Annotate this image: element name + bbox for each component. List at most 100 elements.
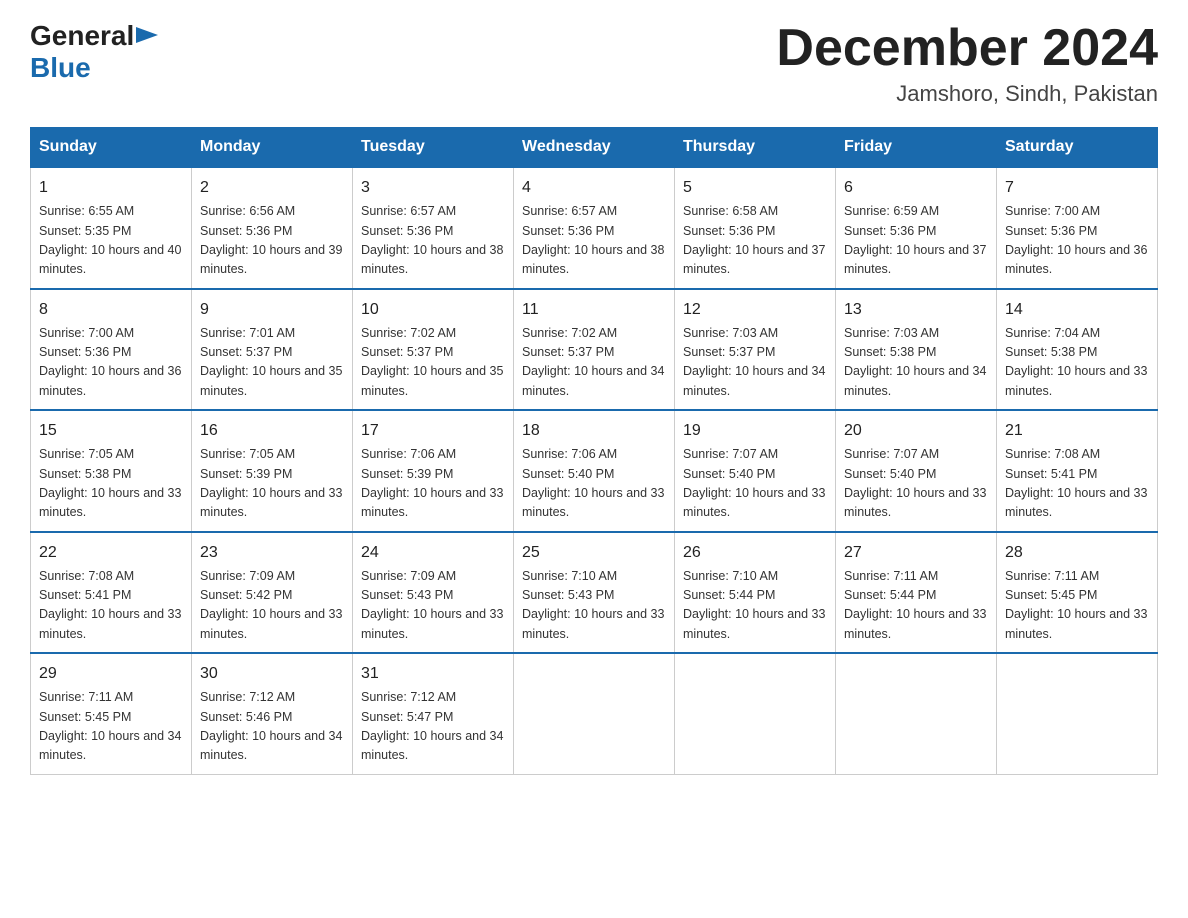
calendar-cell: 29Sunrise: 7:11 AMSunset: 5:45 PMDayligh…: [31, 653, 192, 774]
day-info: Sunrise: 6:57 AMSunset: 5:36 PMDaylight:…: [361, 202, 505, 280]
day-number: 10: [361, 298, 505, 322]
day-info: Sunrise: 6:56 AMSunset: 5:36 PMDaylight:…: [200, 202, 344, 280]
calendar-cell: 2Sunrise: 6:56 AMSunset: 5:36 PMDaylight…: [192, 167, 353, 289]
calendar-cell: 24Sunrise: 7:09 AMSunset: 5:43 PMDayligh…: [353, 532, 514, 654]
calendar-cell: 7Sunrise: 7:00 AMSunset: 5:36 PMDaylight…: [997, 167, 1158, 289]
weekday-header-monday: Monday: [192, 128, 353, 168]
month-year-title: December 2024: [776, 20, 1158, 77]
day-number: 30: [200, 662, 344, 686]
day-number: 18: [522, 419, 666, 443]
day-number: 31: [361, 662, 505, 686]
day-number: 27: [844, 541, 988, 565]
calendar-body: 1Sunrise: 6:55 AMSunset: 5:35 PMDaylight…: [31, 167, 1158, 774]
calendar-cell: 1Sunrise: 6:55 AMSunset: 5:35 PMDaylight…: [31, 167, 192, 289]
calendar-cell: 12Sunrise: 7:03 AMSunset: 5:37 PMDayligh…: [675, 289, 836, 411]
day-number: 20: [844, 419, 988, 443]
calendar-title-block: December 2024 Jamshoro, Sindh, Pakistan: [776, 20, 1158, 107]
day-number: 7: [1005, 176, 1149, 200]
day-number: 15: [39, 419, 183, 443]
day-number: 6: [844, 176, 988, 200]
calendar-cell: 30Sunrise: 7:12 AMSunset: 5:46 PMDayligh…: [192, 653, 353, 774]
day-info: Sunrise: 7:00 AMSunset: 5:36 PMDaylight:…: [1005, 202, 1149, 280]
day-info: Sunrise: 7:06 AMSunset: 5:40 PMDaylight:…: [522, 445, 666, 523]
calendar-week-row: 1Sunrise: 6:55 AMSunset: 5:35 PMDaylight…: [31, 167, 1158, 289]
calendar-cell: 9Sunrise: 7:01 AMSunset: 5:37 PMDaylight…: [192, 289, 353, 411]
calendar-cell: 21Sunrise: 7:08 AMSunset: 5:41 PMDayligh…: [997, 410, 1158, 532]
calendar-cell: 28Sunrise: 7:11 AMSunset: 5:45 PMDayligh…: [997, 532, 1158, 654]
calendar-header: SundayMondayTuesdayWednesdayThursdayFrid…: [31, 128, 1158, 168]
day-number: 13: [844, 298, 988, 322]
weekday-header-friday: Friday: [836, 128, 997, 168]
logo-blue-text: Blue: [30, 52, 91, 83]
day-info: Sunrise: 7:10 AMSunset: 5:44 PMDaylight:…: [683, 567, 827, 645]
day-info: Sunrise: 6:55 AMSunset: 5:35 PMDaylight:…: [39, 202, 183, 280]
day-info: Sunrise: 7:07 AMSunset: 5:40 PMDaylight:…: [683, 445, 827, 523]
day-info: Sunrise: 7:08 AMSunset: 5:41 PMDaylight:…: [39, 567, 183, 645]
logo-general-text: General: [30, 20, 134, 52]
day-number: 12: [683, 298, 827, 322]
day-info: Sunrise: 6:57 AMSunset: 5:36 PMDaylight:…: [522, 202, 666, 280]
calendar-cell: 31Sunrise: 7:12 AMSunset: 5:47 PMDayligh…: [353, 653, 514, 774]
day-info: Sunrise: 7:11 AMSunset: 5:44 PMDaylight:…: [844, 567, 988, 645]
calendar-cell: 13Sunrise: 7:03 AMSunset: 5:38 PMDayligh…: [836, 289, 997, 411]
day-number: 2: [200, 176, 344, 200]
day-info: Sunrise: 7:03 AMSunset: 5:37 PMDaylight:…: [683, 324, 827, 402]
page-header: General Blue December 2024 Jamshoro, Sin…: [30, 20, 1158, 107]
day-info: Sunrise: 6:59 AMSunset: 5:36 PMDaylight:…: [844, 202, 988, 280]
calendar-cell: 27Sunrise: 7:11 AMSunset: 5:44 PMDayligh…: [836, 532, 997, 654]
day-info: Sunrise: 7:05 AMSunset: 5:38 PMDaylight:…: [39, 445, 183, 523]
day-info: Sunrise: 7:05 AMSunset: 5:39 PMDaylight:…: [200, 445, 344, 523]
day-info: Sunrise: 7:07 AMSunset: 5:40 PMDaylight:…: [844, 445, 988, 523]
day-info: Sunrise: 7:09 AMSunset: 5:42 PMDaylight:…: [200, 567, 344, 645]
day-info: Sunrise: 7:11 AMSunset: 5:45 PMDaylight:…: [39, 688, 183, 766]
day-info: Sunrise: 7:02 AMSunset: 5:37 PMDaylight:…: [361, 324, 505, 402]
calendar-cell: 6Sunrise: 6:59 AMSunset: 5:36 PMDaylight…: [836, 167, 997, 289]
day-number: 28: [1005, 541, 1149, 565]
logo-arrow-icon: [136, 23, 158, 47]
calendar-cell: 8Sunrise: 7:00 AMSunset: 5:36 PMDaylight…: [31, 289, 192, 411]
calendar-cell: 16Sunrise: 7:05 AMSunset: 5:39 PMDayligh…: [192, 410, 353, 532]
day-number: 24: [361, 541, 505, 565]
calendar-cell: 17Sunrise: 7:06 AMSunset: 5:39 PMDayligh…: [353, 410, 514, 532]
day-info: Sunrise: 7:04 AMSunset: 5:38 PMDaylight:…: [1005, 324, 1149, 402]
calendar-week-row: 8Sunrise: 7:00 AMSunset: 5:36 PMDaylight…: [31, 289, 1158, 411]
day-number: 21: [1005, 419, 1149, 443]
calendar-cell: 15Sunrise: 7:05 AMSunset: 5:38 PMDayligh…: [31, 410, 192, 532]
day-number: 19: [683, 419, 827, 443]
day-info: Sunrise: 7:03 AMSunset: 5:38 PMDaylight:…: [844, 324, 988, 402]
day-number: 3: [361, 176, 505, 200]
day-number: 11: [522, 298, 666, 322]
day-number: 17: [361, 419, 505, 443]
day-number: 29: [39, 662, 183, 686]
day-info: Sunrise: 7:01 AMSunset: 5:37 PMDaylight:…: [200, 324, 344, 402]
weekday-header-thursday: Thursday: [675, 128, 836, 168]
weekday-header-row: SundayMondayTuesdayWednesdayThursdayFrid…: [31, 128, 1158, 168]
calendar-cell: 3Sunrise: 6:57 AMSunset: 5:36 PMDaylight…: [353, 167, 514, 289]
calendar-table: SundayMondayTuesdayWednesdayThursdayFrid…: [30, 127, 1158, 775]
calendar-cell: 14Sunrise: 7:04 AMSunset: 5:38 PMDayligh…: [997, 289, 1158, 411]
calendar-cell: 19Sunrise: 7:07 AMSunset: 5:40 PMDayligh…: [675, 410, 836, 532]
location-subtitle: Jamshoro, Sindh, Pakistan: [776, 81, 1158, 107]
calendar-cell: 11Sunrise: 7:02 AMSunset: 5:37 PMDayligh…: [514, 289, 675, 411]
weekday-header-saturday: Saturday: [997, 128, 1158, 168]
calendar-week-row: 22Sunrise: 7:08 AMSunset: 5:41 PMDayligh…: [31, 532, 1158, 654]
day-info: Sunrise: 7:12 AMSunset: 5:47 PMDaylight:…: [361, 688, 505, 766]
weekday-header-sunday: Sunday: [31, 128, 192, 168]
day-number: 8: [39, 298, 183, 322]
calendar-cell: 5Sunrise: 6:58 AMSunset: 5:36 PMDaylight…: [675, 167, 836, 289]
weekday-header-tuesday: Tuesday: [353, 128, 514, 168]
calendar-week-row: 15Sunrise: 7:05 AMSunset: 5:38 PMDayligh…: [31, 410, 1158, 532]
calendar-cell: 23Sunrise: 7:09 AMSunset: 5:42 PMDayligh…: [192, 532, 353, 654]
day-info: Sunrise: 7:10 AMSunset: 5:43 PMDaylight:…: [522, 567, 666, 645]
day-info: Sunrise: 7:06 AMSunset: 5:39 PMDaylight:…: [361, 445, 505, 523]
day-number: 16: [200, 419, 344, 443]
calendar-cell: [997, 653, 1158, 774]
calendar-cell: 10Sunrise: 7:02 AMSunset: 5:37 PMDayligh…: [353, 289, 514, 411]
day-info: Sunrise: 7:02 AMSunset: 5:37 PMDaylight:…: [522, 324, 666, 402]
day-info: Sunrise: 7:11 AMSunset: 5:45 PMDaylight:…: [1005, 567, 1149, 645]
day-info: Sunrise: 7:09 AMSunset: 5:43 PMDaylight:…: [361, 567, 505, 645]
calendar-cell: 20Sunrise: 7:07 AMSunset: 5:40 PMDayligh…: [836, 410, 997, 532]
day-number: 23: [200, 541, 344, 565]
calendar-cell: 22Sunrise: 7:08 AMSunset: 5:41 PMDayligh…: [31, 532, 192, 654]
day-info: Sunrise: 7:12 AMSunset: 5:46 PMDaylight:…: [200, 688, 344, 766]
